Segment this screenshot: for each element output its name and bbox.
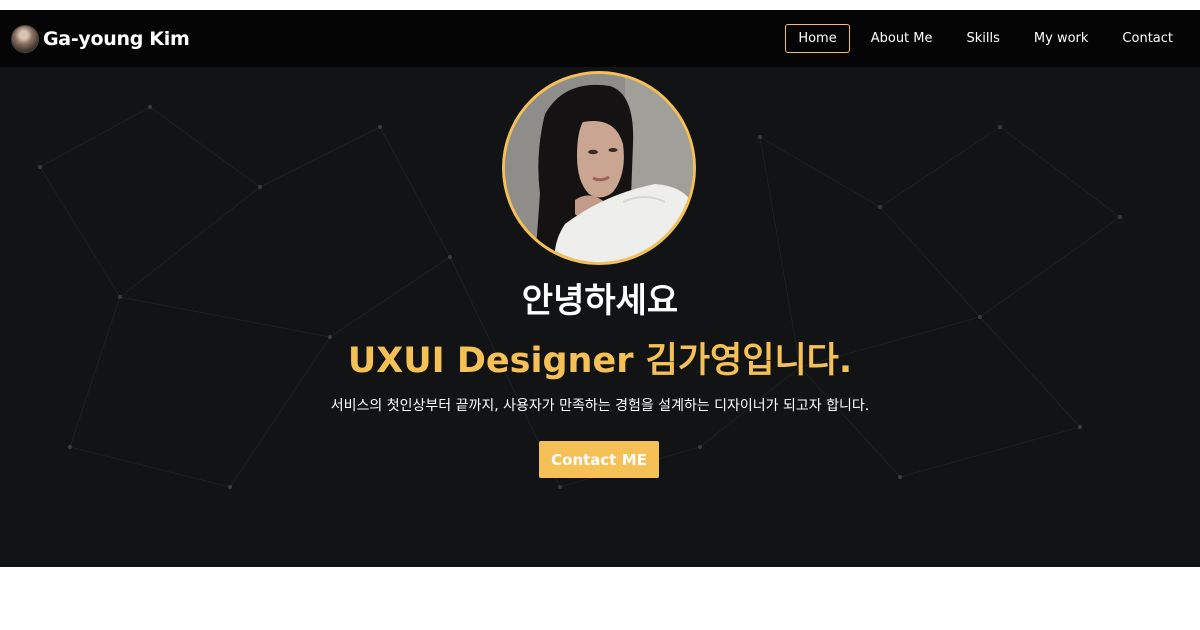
main-nav: Home About Me Skills My work Contact: [785, 24, 1186, 53]
nav-item-skills[interactable]: Skills: [954, 24, 1013, 53]
headline: UXUI Designer 김가영입니다.: [347, 341, 853, 381]
profile-photo: [502, 71, 696, 265]
contact-me-button[interactable]: Contact ME: [539, 441, 659, 478]
hero-section: 안녕하세요 UXUI Designer 김가영입니다. 서비스의 첫인상부터 끝…: [0, 67, 1200, 567]
top-strip: [0, 0, 1200, 10]
navbar: Ga-young Kim Home About Me Skills My wor…: [0, 10, 1200, 67]
nav-item-my-work[interactable]: My work: [1021, 24, 1102, 53]
brand[interactable]: Ga-young Kim: [11, 24, 190, 53]
brand-name[interactable]: Ga-young Kim: [43, 28, 190, 50]
brand-avatar: [11, 24, 39, 53]
nav-item-home[interactable]: Home: [785, 24, 850, 53]
nav-item-contact[interactable]: Contact: [1109, 24, 1186, 53]
nav-item-about-me[interactable]: About Me: [858, 24, 946, 53]
tagline: 서비스의 첫인상부터 끝까지, 사용자가 만족하는 경험을 설계하는 디자이너가…: [330, 398, 870, 414]
greeting-heading: 안녕하세요: [521, 281, 679, 321]
